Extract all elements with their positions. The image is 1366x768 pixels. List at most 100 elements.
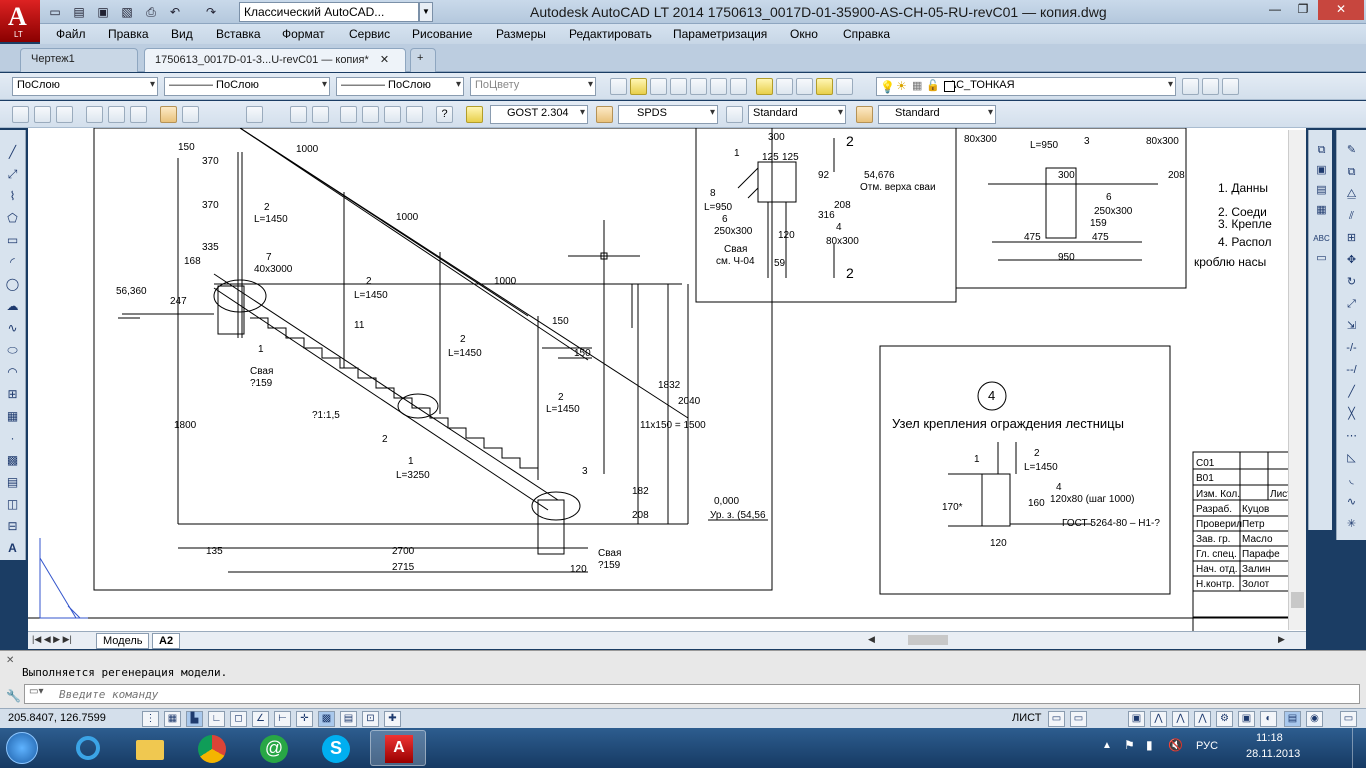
taskbar-chrome[interactable] [184,730,240,766]
lightbulb-icon[interactable]: 💡 [880,80,895,94]
print-icon[interactable]: ⎙ [142,3,160,21]
hatch-icon[interactable]: ▩ [4,452,21,469]
save-icon[interactable]: ▣ [94,3,112,21]
dim-style-select[interactable]: SPDS [618,105,718,124]
plotstyle-select[interactable]: ПоЦвету [470,77,596,96]
hscroll-left-arrow[interactable]: ◀ [868,634,875,645]
layer-walk-icon[interactable] [670,78,687,95]
tray-volume-icon[interactable]: 🔇 [1168,738,1183,752]
point-icon[interactable]: · [4,430,21,447]
layer-settings-icon[interactable] [1222,78,1239,95]
revcloud-icon[interactable]: ☁ [4,298,21,315]
mtext-icon[interactable]: A [4,540,21,557]
taskbar-skype[interactable]: S [308,730,364,766]
tab-active-drawing[interactable]: 1750613_0017D-01-3...U-revC01 — копия* ✕ [144,48,406,72]
new-file-icon[interactable]: ▭ [46,3,64,21]
osnap-tracking-icon[interactable]: ⊢ [274,711,291,727]
workspace-switching-icon[interactable]: ⚙ [1216,711,1233,727]
quick-properties-icon[interactable]: ✚ [384,711,401,727]
ellipse-arc-icon[interactable]: ◠ [4,364,21,381]
taskbar-mail-agent[interactable]: @ [246,730,302,766]
tray-network-icon[interactable]: ▮ [1146,738,1153,752]
color-select[interactable]: ПоСлою [12,77,158,96]
undo-icon[interactable]: ↶ [166,3,184,21]
redo-icon[interactable]: ↷ [202,3,220,21]
area-icon[interactable]: ▣ [1313,162,1330,179]
save-as-icon[interactable]: ▧ [118,3,136,21]
rotate-icon[interactable]: ↻ [1343,274,1360,291]
tab-nav-arrows[interactable]: |◀ ◀ ▶ ▶| [32,634,72,645]
layer-unlock-icon[interactable] [816,78,833,95]
sheetset-icon[interactable] [406,106,423,123]
zoom-icon[interactable] [312,106,329,123]
preview-icon[interactable] [108,106,125,123]
lock-ui-icon[interactable]: ▣ [1238,711,1255,727]
cut-icon[interactable] [160,106,177,123]
mirror-icon[interactable]: ⧋ [1343,186,1360,203]
lightbulb-status-icon[interactable]: ◉ [1306,711,1323,727]
rectangle-icon[interactable]: ▭ [4,232,21,249]
menu-modify[interactable]: Редактировать [569,27,652,41]
object-snap-icon[interactable]: ∠ [252,711,269,727]
trim-icon[interactable]: -/- [1343,340,1360,357]
circle-icon[interactable]: ◯ [4,276,21,293]
auto-scale-icon[interactable]: ⋀ [1194,711,1211,727]
grid-display-icon[interactable]: ▙ [186,711,203,727]
pan-icon[interactable] [290,106,307,123]
dim-style-icon[interactable] [596,106,613,123]
redo-toolbar-icon[interactable] [246,106,263,123]
lock-icon[interactable]: 🔓 [926,79,940,92]
publish-icon[interactable] [130,106,147,123]
stretch-icon[interactable]: ⇲ [1343,318,1360,335]
linetype-select[interactable]: ———— ПоСлою [164,77,330,96]
maximize-viewport-icon[interactable]: ▣ [1128,711,1145,727]
blend-icon[interactable]: ∿ [1343,494,1360,511]
command-input[interactable] [59,687,959,701]
text-style-icon[interactable] [466,106,483,123]
taskbar-autocad[interactable]: A [370,730,426,766]
tray-flag-icon[interactable]: ⚑ [1124,738,1135,752]
extend-icon[interactable]: --/ [1343,362,1360,379]
line-icon[interactable]: ╱ [4,144,21,161]
menu-file[interactable]: Файл [56,27,86,41]
fillet-icon[interactable]: ◟ [1343,472,1360,489]
sun-icon[interactable]: ☀ [896,79,907,93]
polyline-icon[interactable]: ⌇ [4,188,21,205]
layer-isolate-icon[interactable] [690,78,707,95]
dynamic-input-icon[interactable]: ▩ [318,711,335,727]
clean-screen-icon[interactable]: ▭ [1340,711,1357,727]
plot-icon[interactable] [86,106,103,123]
layer-previous-icon[interactable] [650,78,667,95]
table-icon[interactable]: ⊟ [4,518,21,535]
menu-insert[interactable]: Вставка [216,27,261,41]
open-icon[interactable] [34,106,51,123]
menu-edit[interactable]: Правка [108,27,149,41]
ortho-mode-icon[interactable]: ∟ [208,711,225,727]
show-desktop-button[interactable] [1352,728,1366,768]
menu-dimension[interactable]: Размеры [496,27,546,41]
array-icon[interactable]: ⊞ [1343,230,1360,247]
close-icon[interactable]: ✕ [6,655,14,666]
app-menu-button[interactable]: A LT [0,0,40,42]
insert-block-icon[interactable]: ⊞ [4,386,21,403]
help-icon[interactable]: ? [436,106,453,123]
table-style-icon[interactable] [726,106,743,123]
layer-change-icon[interactable] [796,78,813,95]
qnew-icon[interactable] [12,106,29,123]
menu-help[interactable]: Справка [843,27,890,41]
minimize-button[interactable]: — [1262,0,1288,20]
ellipse-icon[interactable]: ⬭ [4,342,21,359]
taskbar-internet-explorer[interactable] [60,730,116,766]
infer-constraints-icon[interactable]: ⋮ [142,711,159,727]
break-point-icon[interactable]: ╱ [1343,384,1360,401]
properties-icon[interactable] [340,106,357,123]
chamfer-icon[interactable]: ◺ [1343,450,1360,467]
layer-match-icon[interactable] [776,78,793,95]
tray-date[interactable]: 28.11.2013 [1246,748,1300,760]
make-block-icon[interactable]: ▦ [4,408,21,425]
erase-icon[interactable]: ✎ [1343,142,1360,159]
transparency-icon[interactable]: ⊡ [362,711,379,727]
table-style-select[interactable]: Standard [748,105,846,124]
id-point-icon[interactable]: ▦ [1313,202,1330,219]
distance-icon[interactable]: ⧉ [1313,142,1330,159]
